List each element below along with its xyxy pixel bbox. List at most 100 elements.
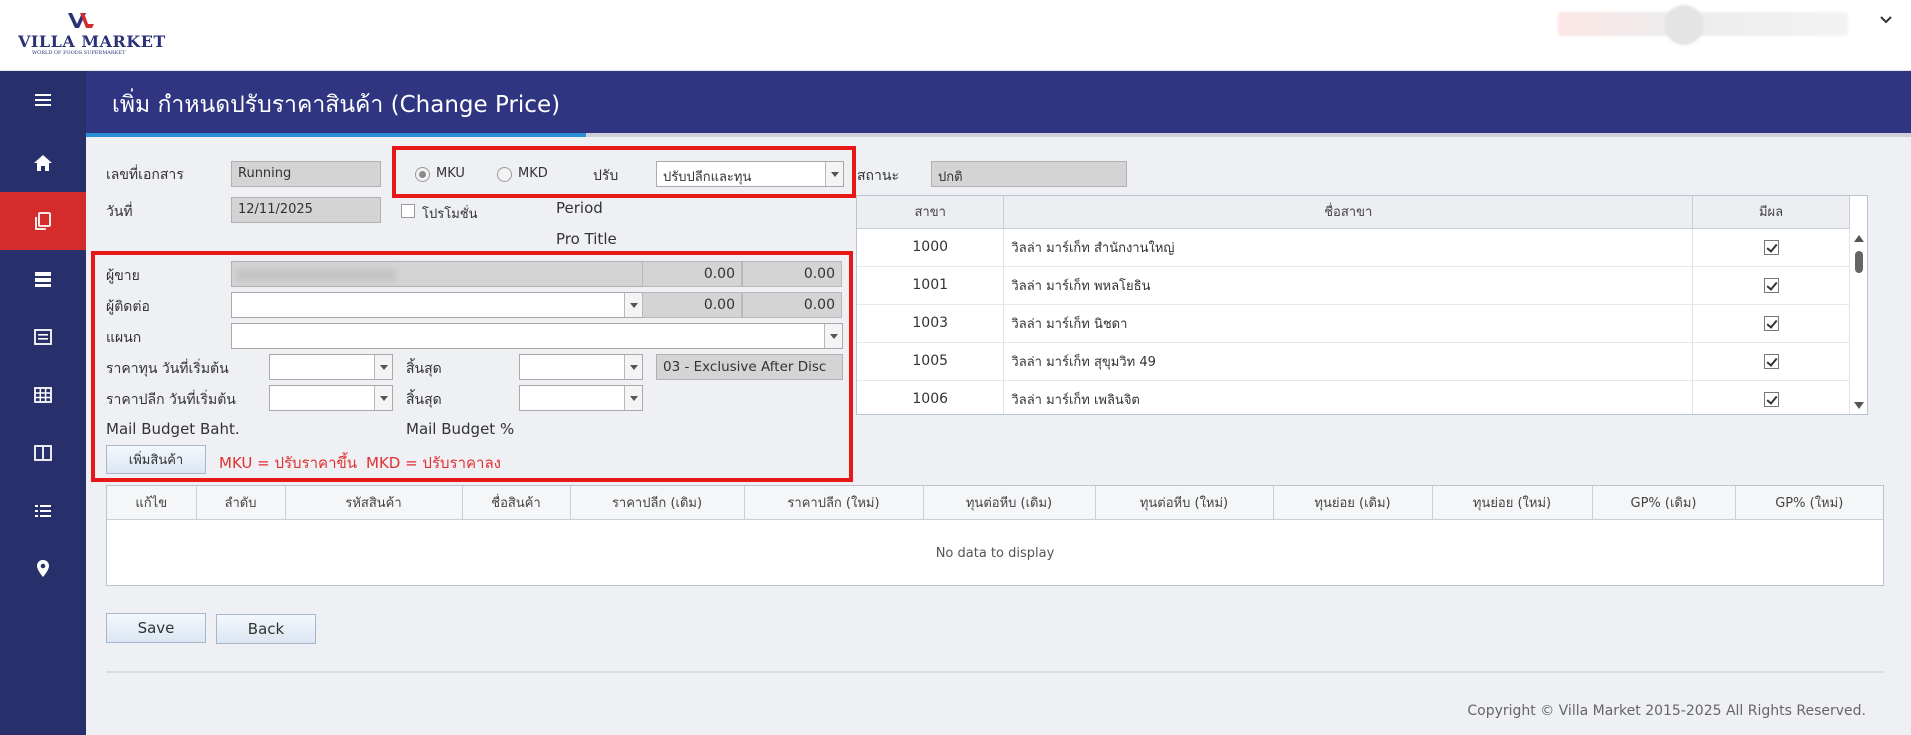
- branch-code: 1005: [857, 342, 1005, 381]
- branch-code: 1003: [857, 304, 1005, 343]
- branch-name: วิลล่า มาร์เก็ท เพลินจิต: [1003, 380, 1694, 414]
- product-col-retail-new[interactable]: ราคาปลีก (ใหม่): [744, 486, 924, 520]
- product-col-gp-old[interactable]: GP% (เดิม): [1592, 486, 1736, 520]
- branch-active-cell: [1692, 380, 1850, 414]
- table-row[interactable]: 1006 วิลล่า มาร์เก็ท เพลินจิต: [857, 380, 1850, 414]
- branch-name: วิลล่า มาร์เก็ท สุขุมวิท 49: [1003, 342, 1694, 381]
- vendor-label: ผู้ขาย: [106, 268, 140, 284]
- chevron-down-icon[interactable]: [374, 386, 392, 410]
- logo-subtitle: WORLD OF FOODS SUPERMARKET: [32, 50, 126, 56]
- product-col-retail-old[interactable]: ราคาปลีก (เดิม): [570, 486, 745, 520]
- contact-select[interactable]: [231, 292, 643, 318]
- table-row[interactable]: 1003 วิลล่า มาร์เก็ท นิชดา: [857, 304, 1850, 343]
- cost-start-label: ราคาทุน วันที่เริ่มต้น: [106, 361, 229, 377]
- chevron-down-icon[interactable]: [624, 386, 642, 410]
- table-row[interactable]: 1005 วิลล่า มาร์เก็ท สุขุมวิท 49: [857, 342, 1850, 381]
- copyright-text: Copyright © Villa Market 2015-2025 All R…: [1467, 703, 1866, 719]
- product-col-seq[interactable]: ลำดับ: [196, 486, 286, 520]
- sidebar-item-documents[interactable]: [0, 192, 86, 250]
- promo-label: โปรโมชั่น: [422, 207, 478, 222]
- table-row[interactable]: 1000 วิลล่า มาร์เก็ท สำนักงานใหญ่: [857, 228, 1850, 267]
- chevron-down-icon[interactable]: [624, 293, 642, 317]
- scroll-up-icon[interactable]: [1854, 235, 1864, 242]
- menu-icon: [35, 94, 51, 106]
- page-title: เพิ่ม กำหนดปรับราคาสินค้า (Change Price): [112, 92, 561, 118]
- branch-col-code[interactable]: สาขา: [857, 196, 1005, 229]
- save-button[interactable]: Save: [106, 613, 206, 643]
- branch-code: 1000: [857, 228, 1005, 267]
- product-col-name[interactable]: ชื่อสินค้า: [462, 486, 571, 520]
- table-icon: [34, 387, 52, 403]
- sidebar-toggle[interactable]: [0, 71, 86, 129]
- branch-active-checkbox[interactable]: [1763, 239, 1779, 255]
- product-col-edit[interactable]: แก้ไข: [107, 486, 197, 520]
- product-col-gp-new[interactable]: GP% (ใหม่): [1735, 486, 1883, 520]
- divider: [106, 671, 1884, 673]
- doc-no-label: เลขที่เอกสาร: [106, 167, 184, 183]
- empty-state: No data to display: [935, 545, 1055, 561]
- cost-type-field: 03 - Exclusive After Disc: [656, 354, 843, 380]
- date-field: 12/11/2025: [231, 197, 381, 223]
- chevron-down-icon[interactable]: [1876, 10, 1896, 30]
- retail-end-date[interactable]: [519, 385, 643, 411]
- branch-code: 1006: [857, 380, 1005, 414]
- period-label: Period: [556, 199, 603, 217]
- logo-text: VILLA MARKET: [18, 32, 166, 51]
- product-col-unit-cost-new[interactable]: ทุนย่อย (ใหม่): [1432, 486, 1593, 520]
- highlight-box-adjust: [392, 146, 856, 198]
- sidebar-item-server[interactable]: [0, 250, 86, 308]
- product-col-case-cost-old[interactable]: ทุนต่อหีบ (เดิม): [923, 486, 1096, 520]
- add-product-button[interactable]: เพิ่มสินค้า: [106, 445, 206, 474]
- sidebar-item-list[interactable]: [0, 482, 86, 540]
- table-row[interactable]: 1001 วิลล่า มาร์เก็ท พหลโยธิน: [857, 266, 1850, 305]
- sidebar-item-list-card[interactable]: [0, 308, 86, 366]
- mkd-note: MKD = ปรับราคาลง: [366, 454, 501, 472]
- contact-num-1: 0.00: [642, 292, 742, 318]
- vendor-num-2: 0.00: [742, 261, 842, 287]
- back-button[interactable]: Back: [216, 614, 316, 644]
- branch-active-cell: [1692, 266, 1850, 305]
- branch-active-cell: [1692, 342, 1850, 381]
- doc-no-field: Running: [231, 161, 381, 187]
- branch-grid-scrollbar[interactable]: [1849, 229, 1867, 414]
- dept-select[interactable]: [231, 323, 843, 349]
- branch-active-cell: [1692, 304, 1850, 343]
- branch-active-checkbox[interactable]: [1763, 353, 1779, 369]
- branch-name: วิลล่า มาร์เก็ท สำนักงานใหญ่: [1003, 228, 1694, 267]
- branch-active-checkbox[interactable]: [1763, 315, 1779, 331]
- sidebar-item-location[interactable]: [0, 540, 86, 598]
- documents-icon: [35, 212, 51, 230]
- product-col-case-cost-new[interactable]: ทุนต่อหีบ (ใหม่): [1095, 486, 1274, 520]
- mail-budget-pct-label: Mail Budget %: [406, 420, 515, 438]
- status-label: สถานะ: [857, 168, 899, 184]
- chevron-down-icon[interactable]: [824, 324, 842, 348]
- branch-col-active[interactable]: มีผล: [1692, 196, 1850, 229]
- branch-code: 1001: [857, 266, 1005, 305]
- product-col-code[interactable]: รหัสสินค้า: [285, 486, 463, 520]
- cost-start-date[interactable]: [269, 354, 393, 380]
- vendor-num-1: 0.00: [642, 261, 742, 287]
- top-bar: VILLA MARKET WORLD OF FOODS SUPERMARKET: [0, 0, 1911, 71]
- branch-active-checkbox[interactable]: [1763, 391, 1779, 407]
- mku-note: MKU = ปรับราคาขึ้น: [219, 454, 358, 472]
- chevron-down-icon[interactable]: [374, 355, 392, 379]
- scroll-down-icon[interactable]: [1854, 402, 1864, 409]
- branch-col-name[interactable]: ชื่อสาขา: [1003, 196, 1694, 229]
- product-col-unit-cost-old[interactable]: ทุนย่อย (เดิม): [1273, 486, 1433, 520]
- sidebar-item-columns[interactable]: [0, 424, 86, 482]
- sidebar-item-table[interactable]: [0, 366, 86, 424]
- contact-label: ผู้ติดต่อ: [106, 299, 150, 315]
- vendor-field: [231, 261, 643, 287]
- branch-active-checkbox[interactable]: [1763, 277, 1779, 293]
- avatar[interactable]: [1664, 5, 1704, 45]
- sidebar-item-home[interactable]: [0, 134, 86, 192]
- vendor-redacted: [236, 269, 396, 281]
- logo-mark-icon: [68, 13, 94, 28]
- chevron-down-icon[interactable]: [624, 355, 642, 379]
- scroll-thumb[interactable]: [1855, 251, 1863, 273]
- retail-start-date[interactable]: [269, 385, 393, 411]
- promo-checkbox[interactable]: [401, 204, 415, 218]
- villa-market-logo[interactable]: VILLA MARKET WORLD OF FOODS SUPERMARKET: [18, 12, 165, 56]
- branch-grid: สาขา ชื่อสาขา มีผล 1000 วิลล่า มาร์เก็ท …: [856, 195, 1868, 415]
- cost-end-date[interactable]: [519, 354, 643, 380]
